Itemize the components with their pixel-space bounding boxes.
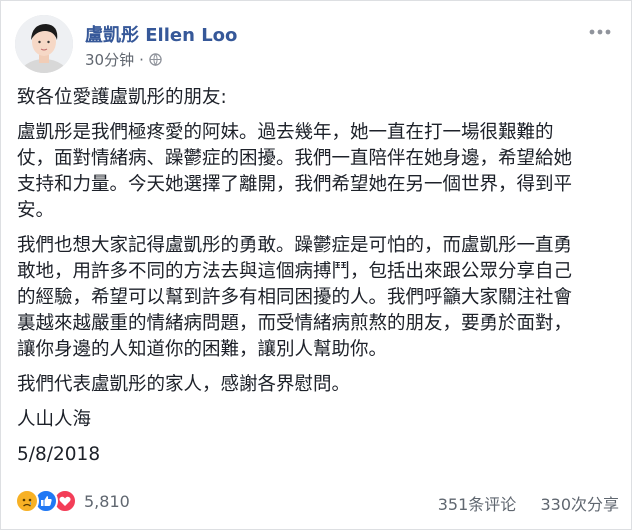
facebook-post: 盧凱彤 Ellen Loo 30分钟 · 致各位愛護盧凱彤的朋友: 盧凱彤是我們極… — [0, 0, 632, 530]
post-text-line: 我們也想大家記得盧凱彤的勇敢。躁鬱症是可怕的，而盧凱彤一直勇 — [17, 235, 573, 256]
post-paragraph: 人山人海 — [17, 407, 621, 433]
globe-icon[interactable] — [149, 53, 162, 66]
reaction-count: 5,810 — [84, 491, 130, 511]
post-body: 致各位愛護盧凱彤的朋友: 盧凱彤是我們極疼愛的阿妹。過去幾年，她一直在打一場很艱難… — [17, 85, 621, 477]
reactions-summary[interactable]: 5,810 — [15, 489, 130, 513]
post-text-line: 支持和力量。今天她選擇了離開，我們希望她在另一個世界，得到平 — [17, 174, 573, 195]
post-text-line: 人山人海 — [17, 409, 92, 430]
post-text-line: 仗，面對情緒病、躁鬱症的困擾。我們一直陪伴在她身邊，希望給她 — [17, 148, 573, 169]
post-paragraph: 盧凱彤是我們極疼愛的阿妹。過去幾年，她一直在打一場很艱難的 仗，面對情緒病、躁鬱症… — [17, 120, 621, 224]
post-text-line: 的經驗，希望可以幫到許多有相同困擾的人。我們呼籲大家關注社會 — [17, 287, 573, 308]
post-text-line: 致各位愛護盧凱彤的朋友: — [17, 87, 227, 108]
post-paragraph: 我們代表盧凱彤的家人，感謝各界慰問。 — [17, 372, 621, 398]
avatar[interactable] — [15, 15, 73, 73]
more-options-icon[interactable] — [587, 25, 613, 39]
post-text-line: 裏越來越嚴重的情緒病問題，而受情緒病煎熬的朋友，要勇於面對， — [17, 313, 573, 334]
post-text-line: 讓你身邊的人知道你的困難，讓別人幫助你。 — [17, 339, 388, 360]
engagement-counts: 351条评论 330次分享 — [438, 491, 619, 515]
post-meta: 30分钟 · — [85, 49, 162, 70]
post-timestamp[interactable]: 30分钟 — [85, 49, 134, 70]
post-paragraph: 5/8/2018 — [17, 442, 621, 468]
shares-count-link[interactable]: 330次分享 — [540, 495, 619, 514]
post-footer: 5,810 351条评论 330次分享 — [15, 487, 619, 517]
post-header: 盧凱彤 Ellen Loo 30分钟 · — [15, 15, 615, 75]
comments-count-link[interactable]: 351条评论 — [438, 495, 517, 514]
post-text-line: 敢地，用許多不同的方法去與這個病搏鬥，包括出來跟公眾分享自己 — [17, 261, 573, 282]
meta-separator: · — [139, 50, 144, 69]
post-paragraph: 致各位愛護盧凱彤的朋友: — [17, 85, 621, 111]
post-text-line: 5/8/2018 — [17, 444, 101, 465]
avatar-portrait — [15, 15, 73, 73]
post-text-line: 我們代表盧凱彤的家人，感謝各界慰問。 — [17, 374, 351, 395]
author-name[interactable]: 盧凱彤 Ellen Loo — [85, 21, 237, 47]
post-text-line: 安。 — [17, 200, 55, 221]
post-paragraph: 我們也想大家記得盧凱彤的勇敢。躁鬱症是可怕的，而盧凱彤一直勇 敢地，用許多不同的方… — [17, 233, 621, 363]
sad-reaction-icon — [15, 489, 39, 513]
post-text-line: 盧凱彤是我們極疼愛的阿妹。過去幾年，她一直在打一場很艱難的 — [17, 122, 554, 143]
